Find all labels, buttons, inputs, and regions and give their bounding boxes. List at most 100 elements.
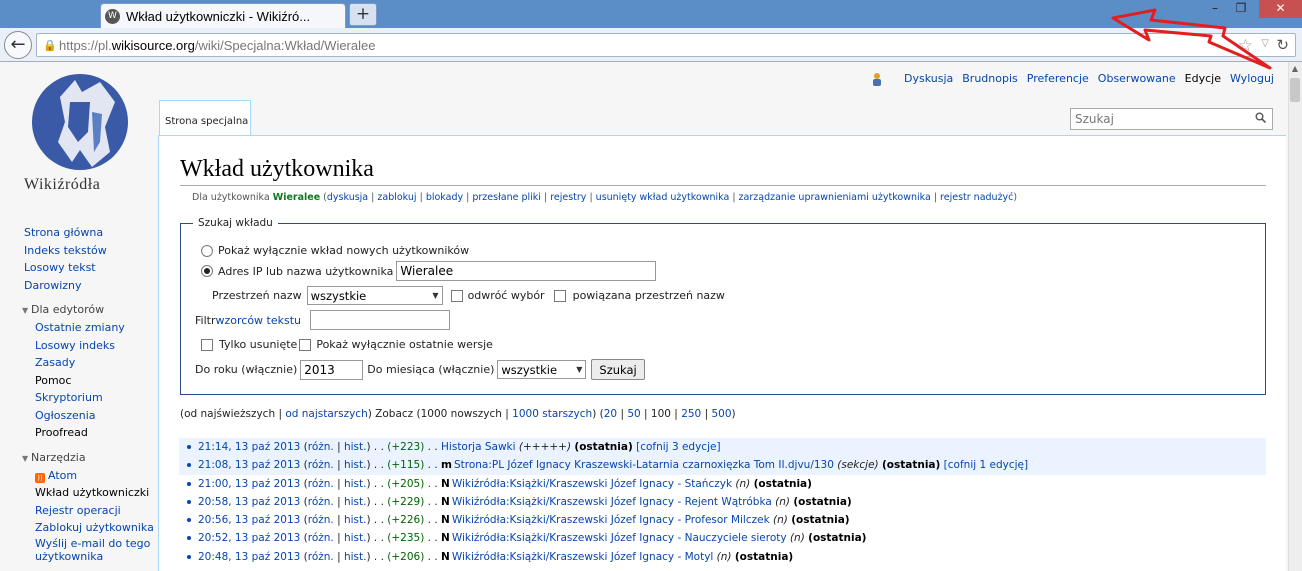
list-item: 21:14, 13 paź 2013 (różn. | hist.) . . (… bbox=[179, 438, 1266, 457]
contrib-diff-link[interactable]: różn. bbox=[308, 551, 334, 563]
user-link-preferences[interactable]: Preferencje bbox=[1027, 72, 1089, 85]
sidebar-item-user-log[interactable]: Rejestr operacji bbox=[20, 502, 154, 520]
back-button[interactable]: ← bbox=[4, 31, 32, 59]
contrib-date-link[interactable]: 20:58, 13 paź 2013 bbox=[198, 496, 300, 508]
sidebar-item-main-page[interactable]: Strona główna bbox=[20, 224, 154, 242]
filter-link[interactable]: wzorców tekstu bbox=[215, 314, 301, 327]
sidebar-item-email-user[interactable]: Wyślij e-mail do tego użytkownika bbox=[20, 537, 154, 563]
contrib-hist-link[interactable]: hist. bbox=[344, 496, 367, 508]
list-item: 20:56, 13 paź 2013 (różn. | hist.) . . (… bbox=[179, 511, 1266, 529]
scrollbar-thumb[interactable] bbox=[1290, 78, 1300, 102]
contrib-title-link[interactable]: Wikiźródła:Książki/Kraszewski Józef Igna… bbox=[452, 478, 732, 490]
contrib-hist-link[interactable]: hist. bbox=[344, 514, 367, 526]
namespace-select[interactable]: wszystkie ▼ bbox=[306, 286, 443, 305]
sidebar-section-tools[interactable]: ▼ Narzędzia bbox=[20, 449, 154, 467]
sidebar-item-scriptorium[interactable]: Skryptorium bbox=[20, 389, 154, 407]
sidebar-item-donate[interactable]: Darowizny bbox=[20, 277, 154, 295]
list-item: 20:52, 13 paź 2013 (różn. | hist.) . . (… bbox=[179, 529, 1266, 547]
sidebar-item-user-contribs[interactable]: Wkład użytkowniczki bbox=[20, 484, 154, 502]
search-input[interactable]: Szukaj bbox=[1070, 108, 1273, 130]
sidebar-item-help[interactable]: Pomoc bbox=[20, 372, 154, 390]
contrib-title-link[interactable]: Wikiźródła:Książki/Kraszewski Józef Igna… bbox=[452, 551, 714, 563]
contrib-diff-link[interactable]: różn. bbox=[308, 496, 334, 508]
contrib-date-link[interactable]: 21:08, 13 paź 2013 bbox=[198, 459, 300, 471]
contrib-date-link[interactable]: 20:56, 13 paź 2013 bbox=[198, 514, 300, 526]
sidebar-item-recent-changes[interactable]: Ostatnie zmiany bbox=[20, 319, 154, 337]
user-link-talk[interactable]: Dyskusja bbox=[904, 72, 953, 85]
filter-input[interactable] bbox=[310, 310, 451, 330]
contrib-summary: (n) bbox=[716, 550, 732, 563]
limit-20[interactable]: 20 bbox=[604, 408, 617, 420]
radio-ip-user[interactable] bbox=[201, 265, 213, 277]
contrib-diff-link[interactable]: różn. bbox=[308, 514, 334, 526]
link-deleted-contribs[interactable]: usunięty wkład użytkownika bbox=[596, 192, 730, 203]
associated-checkbox[interactable] bbox=[553, 289, 566, 302]
associated-label: powiązana przestrzeń nazw bbox=[572, 289, 725, 302]
invert-checkbox[interactable] bbox=[450, 289, 463, 302]
link-abuse-log[interactable]: rejestr nadużyć bbox=[940, 192, 1013, 203]
reload-icon[interactable]: ↻ bbox=[1276, 36, 1289, 54]
sidebar-item-random-index[interactable]: Losowy indeks bbox=[20, 337, 154, 355]
month-select[interactable]: wszystkie ▼ bbox=[497, 360, 587, 379]
user-link-sandbox[interactable]: Brudnopis bbox=[962, 72, 1018, 85]
contrib-diff-link[interactable]: różn. bbox=[308, 459, 334, 471]
year-input[interactable]: 2013 bbox=[300, 359, 364, 380]
contrib-date-link[interactable]: 20:52, 13 paź 2013 bbox=[198, 532, 300, 544]
link-user-rights[interactable]: zarządzanie uprawnieniami użytkownika bbox=[739, 192, 931, 203]
contrib-hist-link[interactable]: hist. bbox=[344, 532, 367, 544]
sidebar-item-announcements[interactable]: Ogłoszenia bbox=[20, 407, 154, 425]
contrib-title-link[interactable]: Wikiźródła:Książki/Kraszewski Józef Igna… bbox=[452, 514, 770, 526]
url-text[interactable]: https://pl.wikisource.org/wiki/Specjalna… bbox=[59, 38, 375, 53]
link-logs[interactable]: rejestry bbox=[550, 192, 586, 203]
limit-500[interactable]: 500 bbox=[711, 408, 731, 420]
sidebar-item-text-index[interactable]: Indeks tekstów bbox=[20, 242, 154, 260]
contrib-hist-link[interactable]: hist. bbox=[344, 459, 367, 471]
link-uploads[interactable]: przesłane pliki bbox=[472, 192, 541, 203]
scroll-up-icon[interactable]: ▲ bbox=[1289, 64, 1301, 73]
bullet-icon bbox=[187, 536, 191, 541]
search-icon[interactable] bbox=[1255, 112, 1266, 123]
sidebar-section-editors[interactable]: ▼ Dla edytorów bbox=[20, 301, 154, 319]
limit-250[interactable]: 250 bbox=[681, 408, 701, 420]
contrib-title-link[interactable]: Wikiźródła:Książki/Kraszewski Józef Igna… bbox=[452, 532, 787, 544]
oldest-link[interactable]: od najstarszych bbox=[285, 408, 367, 420]
sidebar-item-random-text[interactable]: Losowy tekst bbox=[20, 259, 154, 277]
contrib-title-link[interactable]: Wikiźródła:Książki/Kraszewski Józef Igna… bbox=[452, 496, 772, 508]
username-input[interactable]: Wieralee bbox=[396, 261, 657, 281]
browser-tab[interactable]: W Wkład użytkowniczki - Wikiźró... bbox=[100, 3, 346, 28]
new-tab-button[interactable]: + bbox=[349, 3, 377, 26]
contrib-diff-link[interactable]: różn. bbox=[308, 532, 334, 544]
link-block[interactable]: zablokuj bbox=[377, 192, 416, 203]
contrib-diff-link[interactable]: różn. bbox=[308, 441, 334, 453]
sidebar-item-block-user[interactable]: Zablokuj użytkownika bbox=[20, 519, 154, 537]
contrib-diff-link[interactable]: różn. bbox=[308, 478, 334, 490]
contrib-rollback-link[interactable]: [cofnij 1 edycję] bbox=[944, 459, 1028, 471]
contrib-date-link[interactable]: 20:48, 13 paź 2013 bbox=[198, 551, 300, 563]
username-link[interactable]: Wieralee bbox=[273, 192, 320, 203]
contrib-hist-link[interactable]: hist. bbox=[344, 441, 367, 453]
contrib-rollback-link[interactable]: [cofnij 3 edycje] bbox=[636, 441, 720, 453]
contrib-date-link[interactable]: 21:00, 13 paź 2013 bbox=[198, 478, 300, 490]
older-link[interactable]: 1000 starszych bbox=[512, 408, 592, 420]
link-talk[interactable]: dyskusja bbox=[327, 192, 368, 203]
search-submit-button[interactable]: Szukaj bbox=[591, 359, 645, 380]
sidebar-item-atom[interactable]: )) Atom bbox=[20, 467, 154, 485]
only-last-checkbox[interactable] bbox=[299, 338, 312, 351]
contrib-current: (ostatnia) bbox=[734, 550, 794, 563]
limit-50[interactable]: 50 bbox=[627, 408, 640, 420]
vertical-scrollbar[interactable] bbox=[1288, 62, 1302, 571]
contrib-title-link[interactable]: Strona:PL Józef Ignacy Kraszewski-Latarn… bbox=[454, 459, 834, 471]
contrib-date-link[interactable]: 21:14, 13 paź 2013 bbox=[198, 441, 300, 453]
sidebar-item-proofread[interactable]: Proofread bbox=[20, 424, 154, 442]
contrib-title-link[interactable]: Historja Sawki bbox=[441, 441, 516, 453]
contrib-hist-link[interactable]: hist. bbox=[344, 551, 367, 563]
sidebar-item-policies[interactable]: Zasady bbox=[20, 354, 154, 372]
link-blocks[interactable]: blokady bbox=[426, 192, 463, 203]
radio-new-users[interactable] bbox=[201, 244, 213, 257]
list-item: 20:58, 13 paź 2013 (różn. | hist.) . . (… bbox=[179, 493, 1266, 511]
contrib-hist-link[interactable]: hist. bbox=[344, 478, 367, 490]
contrib-size: (+226) bbox=[387, 514, 425, 527]
row-options: Tylko usunięte Pokaż wyłącznie ostatnie … bbox=[201, 338, 493, 351]
tab-special-page[interactable]: Strona specjalna bbox=[159, 100, 251, 136]
only-deleted-checkbox[interactable] bbox=[201, 338, 213, 351]
